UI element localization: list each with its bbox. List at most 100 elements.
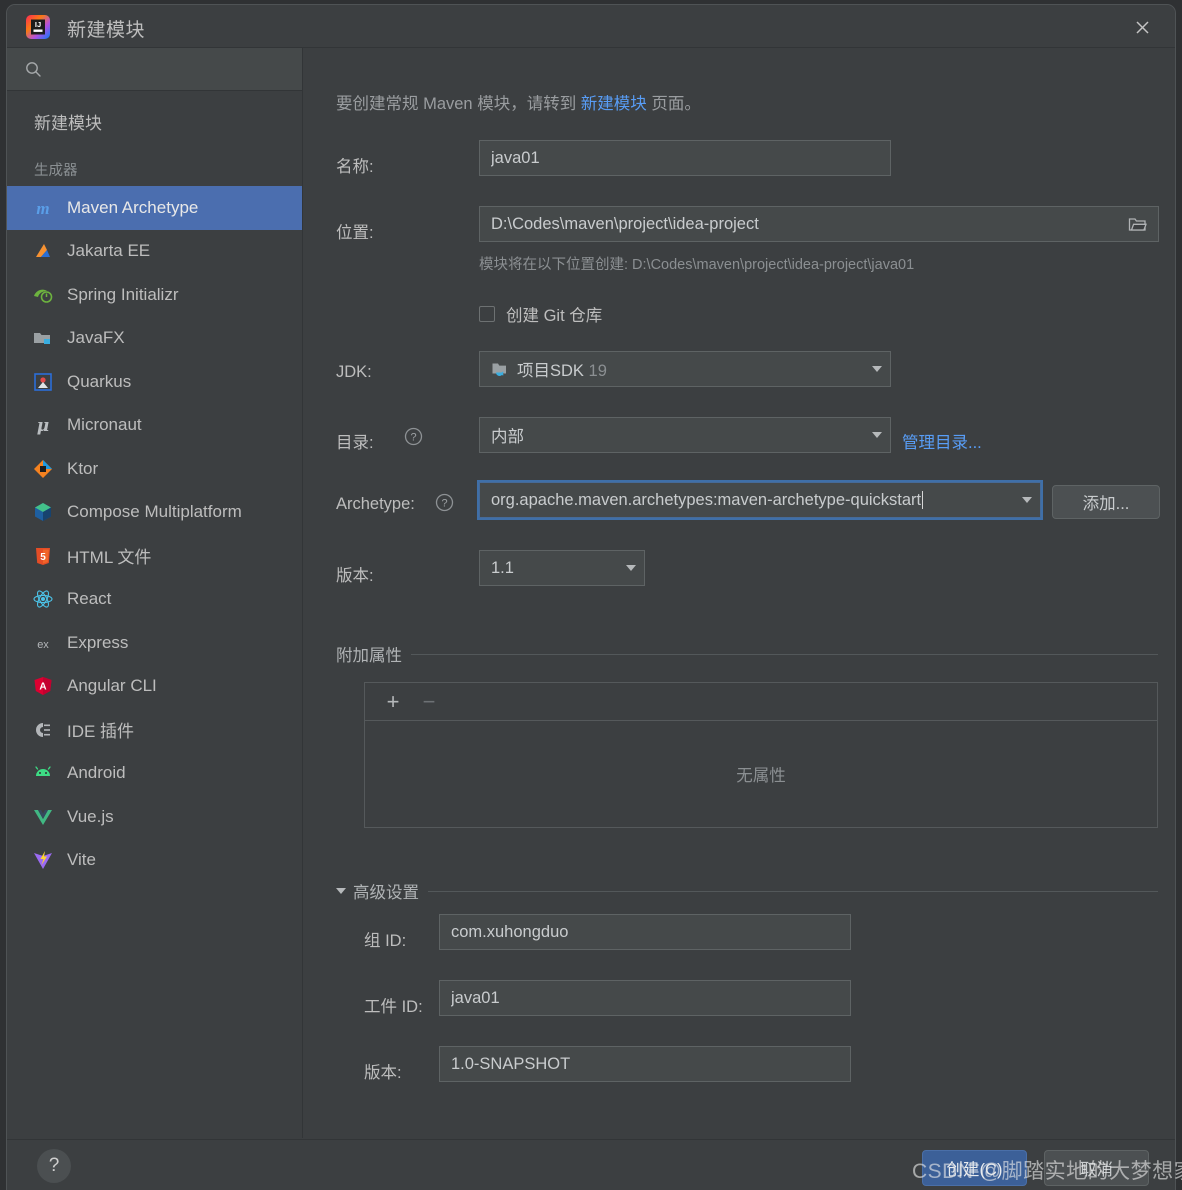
sidebar: 新建模块 生成器 m Maven Archetype Jakarta EE Sp… [7,48,303,1138]
help-question-icon[interactable]: ? [37,1149,71,1183]
artifact-id-label: 工件 ID: [364,998,423,1016]
sidebar-item-ide-plugin[interactable]: IDE 插件 [7,708,302,752]
advanced-settings-section-header[interactable]: 高级设置 [336,879,1158,903]
archetype-value-text: org.apache.maven.archetypes:maven-archet… [491,490,922,509]
chevron-down-icon[interactable] [864,432,890,438]
location-field[interactable]: D:\Codes\maven\project\idea-project [479,206,1159,242]
additional-properties-panel: + − 无属性 [364,682,1158,828]
new-module-link[interactable]: 新建模块 [581,95,647,113]
javafx-icon [32,327,54,349]
svg-text:m: m [36,199,49,218]
sidebar-item-label: Micronaut [67,415,142,435]
create-button[interactable]: 创建(C) [922,1150,1027,1186]
chevron-down-icon[interactable] [336,888,346,894]
sidebar-item-android[interactable]: Android [7,752,302,796]
section-divider [411,653,1158,655]
archetype-version-value: 1.1 [491,558,514,577]
group-id-input[interactable] [439,914,851,950]
jdk-value: 项目SDK 19 [517,357,864,381]
catalog-help-icon[interactable]: ? [404,427,423,451]
sidebar-item-label: Vite [67,850,96,870]
plus-icon[interactable]: + [379,689,407,715]
jdk-value-version: 19 [588,362,607,380]
sidebar-item-label: Quarkus [67,371,132,391]
search-icon [25,61,42,78]
chevron-down-icon[interactable] [1014,497,1040,503]
dialog-footer: ? 创建(C) 取消 [7,1139,1175,1190]
sidebar-item-vite[interactable]: Vite [7,839,302,883]
location-label: 位置: [336,224,374,242]
svg-text:?: ? [441,498,447,510]
archetype-version-dropdown[interactable]: 1.1 [479,550,645,586]
location-hint: 模块将在以下位置创建: D:\Codes\maven\project\idea-… [479,257,915,273]
text-caret [922,491,924,510]
sidebar-item-html-file[interactable]: 5 HTML 文件 [7,534,302,578]
manage-catalogs-link[interactable]: 管理目录... [902,429,982,453]
properties-toolbar: + − [365,683,1157,721]
sidebar-item-label: React [67,589,112,609]
sidebar-item-angular-cli[interactable]: A Angular CLI [7,665,302,709]
svg-text:IJ: IJ [35,20,41,29]
vite-icon [32,849,54,871]
jdk-dropdown[interactable]: 项目SDK 19 [479,351,891,387]
chevron-down-icon[interactable] [618,565,644,571]
svg-text:?: ? [410,432,416,444]
micronaut-icon: μ [32,414,54,436]
sidebar-item-jakarta-ee[interactable]: Jakarta EE [7,230,302,274]
archetype-help-icon[interactable]: ? [435,493,454,517]
advanced-settings-title: 高级设置 [353,884,419,902]
search-box[interactable] [7,48,302,91]
sidebar-item-label: IDE 插件 [67,722,135,742]
sidebar-item-quarkus[interactable]: Quarkus [7,360,302,404]
svg-text:ex: ex [37,639,49,651]
artifact-id-input[interactable] [439,980,851,1016]
additional-properties-title: 附加属性 [336,647,402,665]
location-value: D:\Codes\maven\project\idea-project [491,214,759,233]
express-icon: ex [32,632,54,654]
cancel-button[interactable]: 取消 [1044,1150,1149,1186]
catalog-dropdown[interactable]: 内部 [479,417,891,453]
html5-icon: 5 [32,545,54,567]
sidebar-item-react[interactable]: React [7,578,302,622]
sidebar-item-ktor[interactable]: Ktor [7,447,302,491]
add-archetype-button[interactable]: 添加... [1052,485,1160,519]
sidebar-item-label: Jakarta EE [67,241,151,261]
screen: IJ 新建模块 新建模块 生成器 m Maven Archetype Jakar… [0,0,1182,1190]
sidebar-item-vuejs[interactable]: Vue.js [7,795,302,839]
sidebar-item-label: Express [67,632,129,652]
sidebar-item-micronaut[interactable]: μ Micronaut [7,404,302,448]
folder-browse-icon[interactable] [1116,216,1158,233]
jdk-label: JDK: [336,363,372,381]
catalog-label: 目录: [336,434,374,452]
sidebar-item-new-module[interactable]: 新建模块 [7,99,302,144]
title-bar: IJ 新建模块 [7,5,1175,48]
advanced-version-input[interactable] [439,1046,851,1082]
jakarta-ee-icon [32,240,54,262]
vuejs-icon [32,806,54,828]
svg-text:5: 5 [40,552,46,563]
sidebar-item-label: HTML 文件 [67,548,152,568]
dialog-title: 新建模块 [67,20,146,41]
sidebar-item-compose-multiplatform[interactable]: Compose Multiplatform [7,491,302,535]
sidebar-item-express[interactable]: ex Express [7,621,302,665]
sidebar-item-javafx[interactable]: JavaFX [7,317,302,361]
description-before: 要创建常规 Maven 模块，请转到 [336,95,581,113]
android-icon [32,762,54,784]
spring-icon [32,284,54,306]
archetype-version-label: 版本: [336,567,374,585]
create-git-repo-checkbox[interactable]: 创建 Git 仓库 [479,302,602,326]
svg-text:A: A [39,682,46,693]
sidebar-item-label: Android [67,763,126,783]
sidebar-item-label: JavaFX [67,328,125,348]
new-module-dialog: IJ 新建模块 新建模块 生成器 m Maven Archetype Jakar… [6,4,1176,1190]
sidebar-item-label: Maven Archetype [67,197,199,217]
name-input[interactable] [479,140,891,176]
sidebar-item-spring-initializr[interactable]: Spring Initializr [7,273,302,317]
archetype-dropdown[interactable]: org.apache.maven.archetypes:maven-archet… [479,482,1041,518]
sidebar-item-maven-archetype[interactable]: m Maven Archetype [7,186,302,230]
chevron-down-icon[interactable] [864,366,890,372]
archetype-value[interactable]: org.apache.maven.archetypes:maven-archet… [491,491,1014,510]
advanced-version-label: 版本: [364,1064,402,1082]
close-icon[interactable] [1119,10,1165,44]
search-input[interactable] [52,59,276,79]
